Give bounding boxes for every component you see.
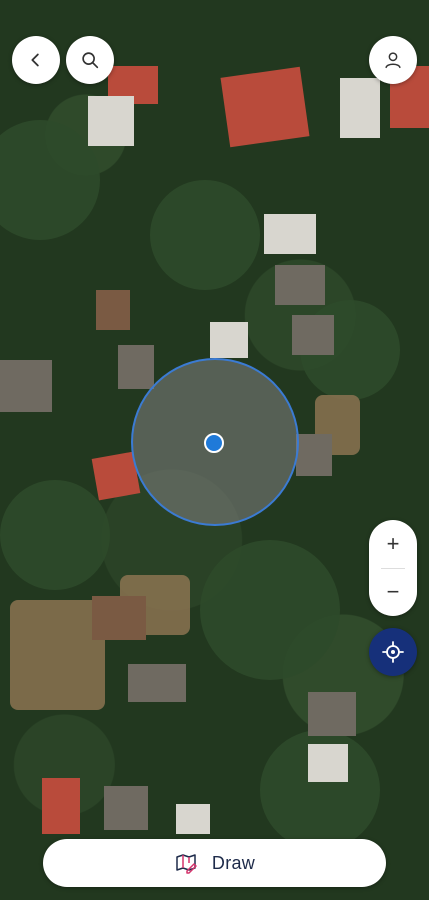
building-roof xyxy=(264,214,316,254)
building-roof xyxy=(308,744,348,782)
building-roof xyxy=(308,692,356,736)
crosshair-icon xyxy=(382,641,404,663)
search-icon xyxy=(82,52,99,69)
tree-canopy xyxy=(200,540,340,680)
locate-me-button[interactable] xyxy=(369,628,417,676)
user-icon xyxy=(385,52,401,69)
building-roof xyxy=(296,434,332,476)
zoom-in-button[interactable]: + xyxy=(369,520,417,568)
search-button[interactable] xyxy=(66,36,114,84)
building-roof xyxy=(92,596,146,640)
tree-canopy xyxy=(0,120,100,240)
building-roof xyxy=(118,345,154,389)
building-roof xyxy=(88,96,134,146)
building-roof xyxy=(220,66,310,148)
chevron-left-icon xyxy=(31,53,39,67)
building-roof xyxy=(104,786,148,830)
dirt-patch xyxy=(10,600,105,710)
building-roof xyxy=(340,78,380,138)
current-location-dot xyxy=(204,433,224,453)
tree-canopy xyxy=(0,480,110,590)
zoom-out-button[interactable]: − xyxy=(369,568,417,616)
building-roof xyxy=(42,778,80,834)
tree-canopy xyxy=(150,180,260,290)
building-roof xyxy=(176,804,210,834)
zoom-control: + − xyxy=(369,520,417,616)
building-roof xyxy=(128,664,186,702)
building-roof xyxy=(210,322,248,358)
building-roof xyxy=(275,265,325,305)
draw-button-label: Draw xyxy=(211,852,256,873)
building-roof xyxy=(96,290,130,330)
draw-button[interactable]: Draw xyxy=(43,839,386,887)
back-button[interactable] xyxy=(12,36,60,84)
satellite-map[interactable] xyxy=(0,0,429,900)
draw-icon xyxy=(176,854,197,874)
profile-button[interactable] xyxy=(369,36,417,84)
building-roof xyxy=(0,360,52,412)
building-roof xyxy=(292,315,334,355)
